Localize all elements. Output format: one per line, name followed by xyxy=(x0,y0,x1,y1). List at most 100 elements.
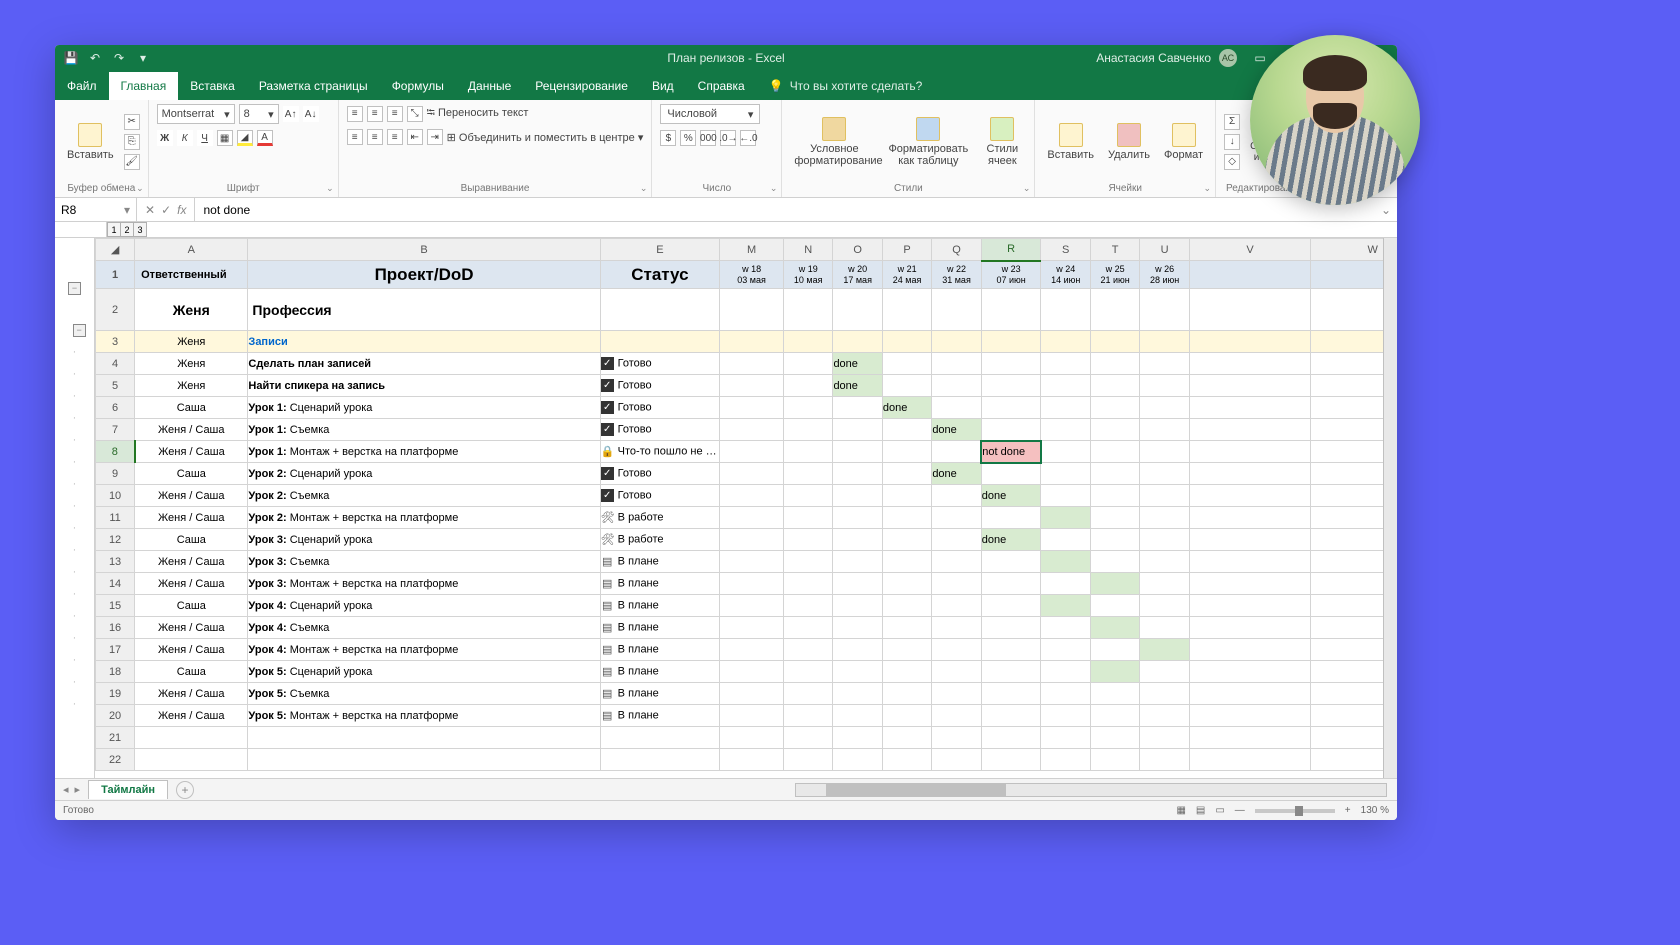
row-header-16[interactable]: 16 xyxy=(96,617,135,639)
save-icon[interactable]: 💾 xyxy=(63,50,79,66)
sheet-nav-first-icon[interactable]: ◂ xyxy=(63,783,69,796)
indent-inc-icon[interactable]: ⇥ xyxy=(427,129,443,145)
qat-custom-icon[interactable]: ▾ xyxy=(135,50,151,66)
tab-Файл[interactable]: Файл xyxy=(55,72,109,100)
cond-format-button[interactable]: Условное форматирование xyxy=(790,115,878,169)
redo-icon[interactable]: ↷ xyxy=(111,50,127,66)
tell-me-search[interactable]: 💡Что вы хотите сделать? xyxy=(757,72,935,100)
row-header-3[interactable]: 3 xyxy=(96,331,135,353)
gantt-cell[interactable]: done xyxy=(981,529,1041,551)
align-bottom-icon[interactable]: ≡ xyxy=(387,106,403,122)
outline-gutter[interactable]: − −················· xyxy=(55,238,95,778)
col-header-Q[interactable]: Q xyxy=(932,239,981,261)
font-size-select[interactable]: 8▾ xyxy=(239,104,279,124)
row-header-9[interactable]: 9 xyxy=(96,463,135,485)
cell-styles-button[interactable]: Стили ячеек xyxy=(978,115,1026,169)
tab-Вставка[interactable]: Вставка xyxy=(178,72,247,100)
col-header-T[interactable]: T xyxy=(1090,239,1139,261)
row-header-11[interactable]: 11 xyxy=(96,507,135,529)
row-header-21[interactable]: 21 xyxy=(96,727,135,749)
font-name-select[interactable]: Montserrat▾ xyxy=(157,104,235,124)
row-header-12[interactable]: 12 xyxy=(96,529,135,551)
cut-icon[interactable]: ✂ xyxy=(124,114,140,130)
format-table-button[interactable]: Форматировать как таблицу xyxy=(884,115,972,169)
col-header-B[interactable]: B xyxy=(248,239,600,261)
undo-icon[interactable]: ↶ xyxy=(87,50,103,66)
row-header-20[interactable]: 20 xyxy=(96,705,135,727)
row-header-17[interactable]: 17 xyxy=(96,639,135,661)
fill-color-icon[interactable]: ◢ xyxy=(237,130,253,146)
formula-input[interactable]: not done xyxy=(195,203,1374,217)
user-avatar[interactable]: АС xyxy=(1219,49,1237,67)
copy-icon[interactable]: ⎘ xyxy=(124,134,140,150)
outline-collapse-icon[interactable]: − xyxy=(68,282,81,295)
gantt-cell[interactable] xyxy=(1090,661,1139,683)
italic-icon[interactable]: К xyxy=(177,130,193,146)
vertical-scrollbar[interactable] xyxy=(1383,238,1397,778)
gantt-cell[interactable] xyxy=(1090,573,1139,595)
align-middle-icon[interactable]: ≡ xyxy=(367,106,383,122)
col-header-V[interactable]: V xyxy=(1189,239,1311,261)
number-format-select[interactable]: Числовой▾ xyxy=(660,104,760,124)
row-header-8[interactable]: 8 xyxy=(96,441,135,463)
row-header-6[interactable]: 6 xyxy=(96,397,135,419)
spreadsheet-grid[interactable]: ◢ABEMNOPQRSTUVW 1ОтветственныйПроект/DoD… xyxy=(95,238,1383,771)
percent-icon[interactable]: % xyxy=(680,130,696,146)
format-painter-icon[interactable]: 🖌 xyxy=(124,154,140,170)
row-header-2[interactable]: 2 xyxy=(96,289,135,331)
currency-icon[interactable]: $ xyxy=(660,130,676,146)
align-left-icon[interactable]: ≡ xyxy=(347,129,363,145)
comma-icon[interactable]: 000 xyxy=(700,130,716,146)
col-header-O[interactable]: O xyxy=(833,239,882,261)
col-header-W[interactable]: W xyxy=(1311,239,1383,261)
zoom-out-icon[interactable]: — xyxy=(1235,805,1245,816)
add-sheet-icon[interactable]: + xyxy=(176,781,194,799)
sheet-tab-timeline[interactable]: Таймлайн xyxy=(88,780,168,799)
gantt-cell[interactable] xyxy=(1041,551,1090,573)
tab-Рецензирование[interactable]: Рецензирование xyxy=(523,72,640,100)
tab-Вид[interactable]: Вид xyxy=(640,72,686,100)
tab-Справка[interactable]: Справка xyxy=(686,72,757,100)
col-header-M[interactable]: M xyxy=(720,239,784,261)
row-header-22[interactable]: 22 xyxy=(96,749,135,771)
underline-icon[interactable]: Ч xyxy=(197,130,213,146)
inc-decimal-icon[interactable]: .0→ xyxy=(720,130,736,146)
outline-level-2[interactable]: 2 xyxy=(120,222,134,237)
row-header-13[interactable]: 13 xyxy=(96,551,135,573)
gantt-cell[interactable]: not done xyxy=(981,441,1041,463)
zoom-slider[interactable] xyxy=(1255,809,1335,813)
gantt-cell[interactable] xyxy=(1041,595,1090,617)
ribbon-display-icon[interactable]: ▭ xyxy=(1245,51,1275,65)
col-header-S[interactable]: S xyxy=(1041,239,1090,261)
row-header-18[interactable]: 18 xyxy=(96,661,135,683)
merge-center-button[interactable]: ⊞ Объединить и поместить в центре ▾ xyxy=(447,131,644,144)
border-icon[interactable]: ▦ xyxy=(217,130,233,146)
gantt-cell[interactable]: done xyxy=(833,353,882,375)
clear-icon[interactable]: ◇ xyxy=(1224,154,1240,170)
tab-Формулы[interactable]: Формулы xyxy=(380,72,456,100)
row-header-14[interactable]: 14 xyxy=(96,573,135,595)
view-normal-icon[interactable]: ▦ xyxy=(1176,805,1185,816)
fx-icon[interactable]: fx xyxy=(177,203,186,217)
name-box[interactable]: R8▾ xyxy=(55,198,137,221)
format-cells-button[interactable]: Формат xyxy=(1160,121,1207,163)
zoom-level[interactable]: 130 % xyxy=(1361,805,1389,816)
gantt-cell[interactable] xyxy=(1140,639,1189,661)
row-header-10[interactable]: 10 xyxy=(96,485,135,507)
gantt-cell[interactable] xyxy=(1041,507,1090,529)
cancel-formula-icon[interactable]: ✕ xyxy=(145,203,155,217)
insert-cells-button[interactable]: Вставить xyxy=(1043,121,1098,163)
wrap-text-button[interactable]: ⭾ Переносить текст xyxy=(427,104,529,123)
outline-level-3[interactable]: 3 xyxy=(133,222,147,237)
gantt-cell[interactable]: done xyxy=(981,485,1041,507)
autosum-icon[interactable]: Σ xyxy=(1224,114,1240,130)
col-header-P[interactable]: P xyxy=(882,239,931,261)
dec-decimal-icon[interactable]: ←.0 xyxy=(740,130,756,146)
sheet-nav-last-icon[interactable]: ▸ xyxy=(75,783,81,796)
col-header-N[interactable]: N xyxy=(784,239,833,261)
gantt-cell[interactable]: done xyxy=(932,419,981,441)
decrease-font-icon[interactable]: A↓ xyxy=(303,106,319,122)
view-break-icon[interactable]: ▭ xyxy=(1215,805,1224,816)
col-header-U[interactable]: U xyxy=(1140,239,1189,261)
col-header-E[interactable]: E xyxy=(600,239,719,261)
